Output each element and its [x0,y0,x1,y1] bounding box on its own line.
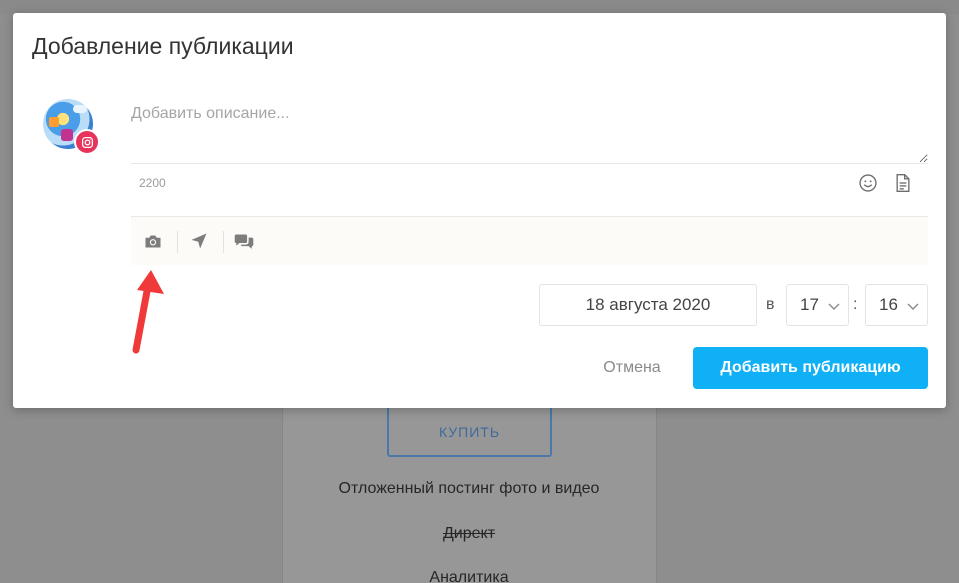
time-at-label: в [766,296,775,313]
annotation-arrow-icon [132,270,164,354]
description-divider [131,163,928,164]
description-input[interactable] [131,105,928,163]
minute-select[interactable]: 16 [865,284,928,326]
toolbar-separator [223,231,224,253]
cancel-button[interactable]: Отмена [582,347,682,389]
camera-icon[interactable] [140,229,166,253]
hour-select[interactable]: 17 [786,284,849,326]
pricing-card-divider-right [656,395,657,583]
attachment-toolbar [131,217,928,265]
location-arrow-icon[interactable] [186,229,212,253]
date-picker[interactable]: 18 августа 2020 [539,284,757,326]
feature-delayed-posting: Отложенный постинг фото и видео [338,480,600,497]
minute-value: 16 [879,295,898,314]
toolbar-separator [177,231,178,253]
add-publication-button[interactable]: Добавить публикацию [693,347,928,389]
document-icon[interactable] [892,172,914,194]
emoji-icon[interactable] [857,172,879,194]
comments-icon[interactable] [231,229,257,253]
time-separator: : [853,296,858,313]
add-publication-modal: Добавление публикации 2200 [13,13,946,408]
instagram-icon [74,129,100,155]
chevron-down-icon [906,298,920,318]
background-top-strip [0,0,959,14]
char-counter: 2200 [139,176,166,190]
feature-direct: Директ [442,525,496,542]
feature-analytics: Аналитика [429,569,509,583]
hour-value: 17 [800,295,819,314]
buy-button[interactable]: КУПИТЬ [387,405,552,457]
modal-title: Добавление публикации [32,33,294,59]
chevron-down-icon [827,298,841,318]
